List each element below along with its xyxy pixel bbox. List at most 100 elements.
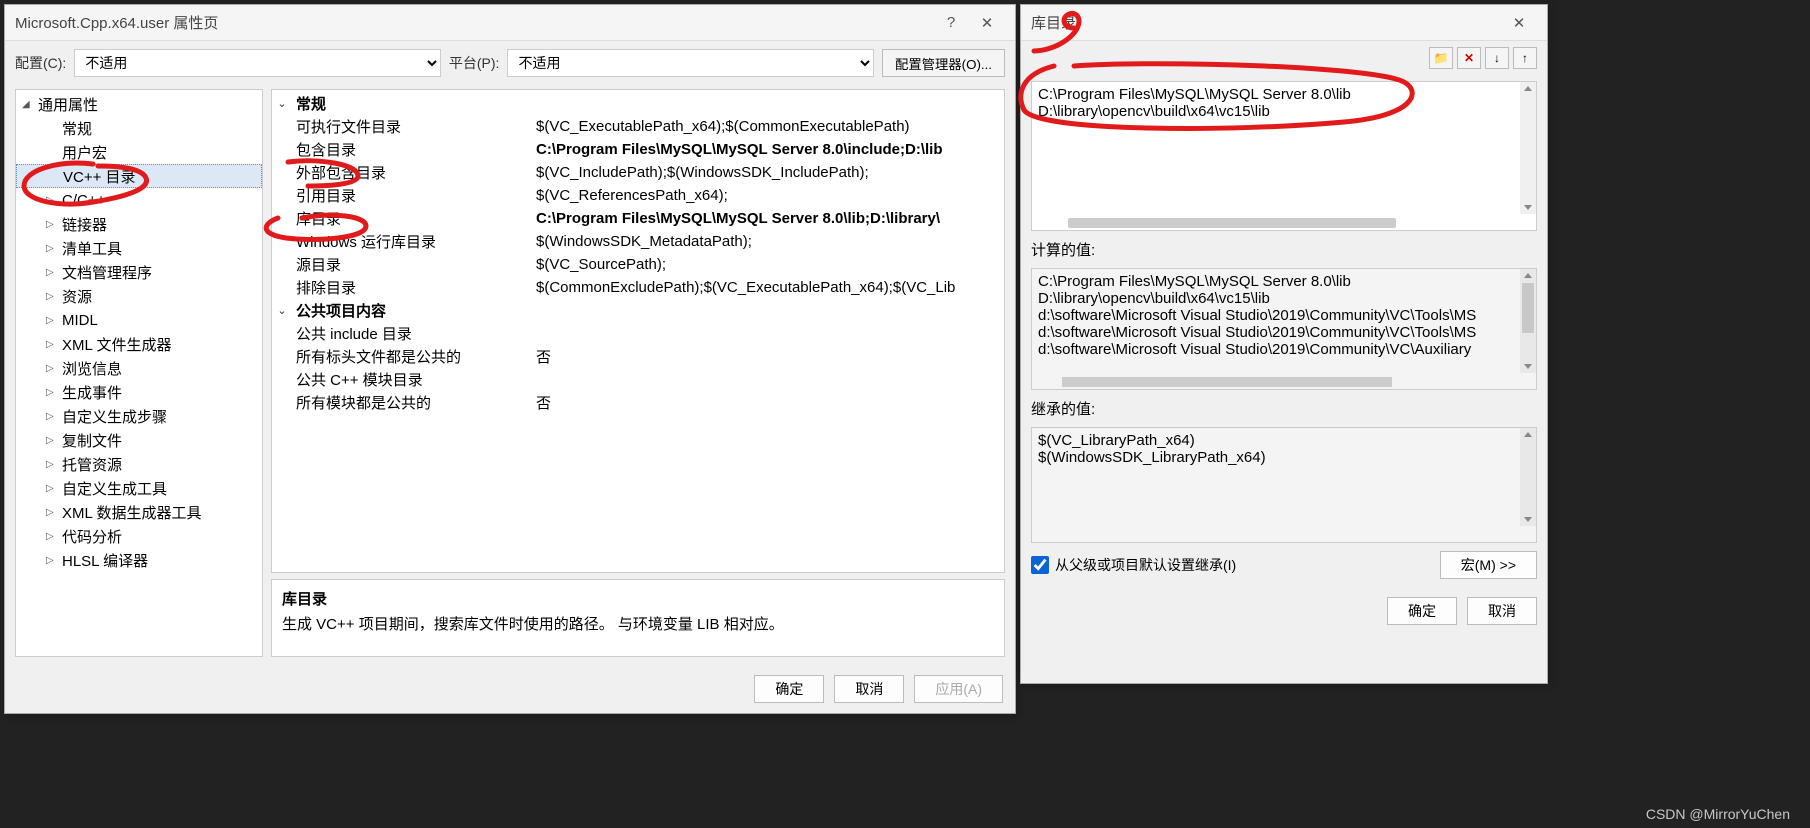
inherit-checkbox[interactable] — [1031, 556, 1049, 574]
cancel-button[interactable]: 取消 — [834, 675, 904, 703]
tree-item[interactable]: ▷清单工具 — [16, 236, 262, 260]
tree-item[interactable]: ▷资源 — [16, 284, 262, 308]
tree-item[interactable]: ▷HLSL 编译器 — [16, 548, 262, 572]
content-area: ⌄常规可执行文件目录$(VC_ExecutablePath_x64);$(Com… — [271, 89, 1005, 657]
config-select[interactable]: 不适用 — [74, 49, 441, 77]
prop-name: 所有标头文件都是公共的 — [272, 346, 536, 367]
prop-row[interactable]: 包含目录C:\Program Files\MySQL\MySQL Server … — [272, 138, 1004, 161]
tree-item[interactable]: ▷托管资源 — [16, 452, 262, 476]
apply-button[interactable]: 应用(A) — [914, 675, 1003, 703]
tree-item[interactable]: ▷XML 数据生成器工具 — [16, 500, 262, 524]
prop-name: 公共 include 目录 — [272, 323, 536, 344]
tree-item-label: XML 文件生成器 — [62, 334, 171, 355]
delete-icon[interactable]: ✕ — [1457, 47, 1481, 69]
prop-value: $(VC_ReferencesPath_x64); — [536, 187, 1004, 204]
tree-arrow-icon: ▷ — [46, 411, 60, 422]
inherit-row: 从父级或项目默认设置继承(I) 宏(M) >> — [1031, 551, 1537, 579]
tree-item[interactable]: 用户宏 — [16, 140, 262, 164]
prop-row[interactable]: 可执行文件目录$(VC_ExecutablePath_x64);$(Common… — [272, 115, 1004, 138]
prop-row[interactable]: 排除目录$(CommonExcludePath);$(VC_Executable… — [272, 276, 1004, 299]
tree-item[interactable]: ▷复制文件 — [16, 428, 262, 452]
desc-text: 生成 VC++ 项目期间，搜索库文件时使用的路径。 与环境变量 LIB 相对应。 — [282, 613, 994, 634]
prop-value: $(CommonExcludePath);$(VC_ExecutablePath… — [536, 279, 1004, 296]
ok-button[interactable]: 确定 — [754, 675, 824, 703]
edit-cancel-button[interactable]: 取消 — [1467, 597, 1537, 625]
tree-item-label: 浏览信息 — [62, 358, 122, 379]
tree-arrow-icon: ▷ — [46, 387, 60, 398]
edit-path-line[interactable]: C:\Program Files\MySQL\MySQL Server 8.0\… — [1038, 86, 1530, 103]
prop-name: 引用目录 — [272, 185, 536, 206]
tree-item[interactable]: ▷MIDL — [16, 308, 262, 332]
tree-item-label: 常规 — [62, 118, 92, 139]
tree-item[interactable]: ▷链接器 — [16, 212, 262, 236]
platform-select[interactable]: 不适用 — [507, 49, 874, 77]
scrollbar-vertical[interactable] — [1520, 428, 1536, 526]
tree-item[interactable]: VC++ 目录 — [16, 164, 262, 188]
tree-item-label: 通用属性 — [38, 94, 98, 115]
tree-item-label: 文档管理程序 — [62, 262, 152, 283]
close-button[interactable]: ✕ — [969, 7, 1005, 39]
move-down-icon[interactable]: ↓ — [1485, 47, 1509, 69]
prop-row[interactable]: 引用目录$(VC_ReferencesPath_x64); — [272, 184, 1004, 207]
prop-row[interactable]: 所有标头文件都是公共的否 — [272, 345, 1004, 368]
tree-arrow-icon: ▷ — [46, 483, 60, 494]
prop-group-name: 常规 — [292, 93, 556, 114]
tree-arrow-icon: ▷ — [46, 291, 60, 302]
tree-item-label: 复制文件 — [62, 430, 122, 451]
prop-row[interactable]: 外部包含目录$(VC_IncludePath);$(WindowsSDK_Inc… — [272, 161, 1004, 184]
edit-close-button[interactable]: ✕ — [1501, 7, 1537, 39]
main-buttons: 确定 取消 应用(A) — [5, 665, 1015, 713]
prop-row[interactable]: 所有模块都是公共的否 — [272, 391, 1004, 414]
scrollbar-horizontal[interactable] — [1068, 218, 1396, 228]
config-manager-button[interactable]: 配置管理器(O)... — [882, 49, 1005, 77]
tree-arrow-icon: ▷ — [46, 363, 60, 374]
main-title: Microsoft.Cpp.x64.user 属性页 — [15, 12, 933, 33]
tree-item-label: 托管资源 — [62, 454, 122, 475]
tree-arrow-icon: ▷ — [46, 339, 60, 350]
inherited-values-area: $(VC_LibraryPath_x64)$(WindowsSDK_Librar… — [1031, 427, 1537, 543]
macros-button[interactable]: 宏(M) >> — [1440, 551, 1537, 579]
tree-item[interactable]: ◢通用属性 — [16, 92, 262, 116]
tree-item[interactable]: ▷自定义生成步骤 — [16, 404, 262, 428]
tree-item[interactable]: ▷生成事件 — [16, 380, 262, 404]
prop-row[interactable]: 源目录$(VC_SourcePath); — [272, 253, 1004, 276]
prop-name: 库目录 — [272, 208, 536, 229]
calc-path-line: D:\library\opencv\build\x64\vc15\lib — [1038, 290, 1530, 307]
category-tree[interactable]: ◢通用属性常规用户宏VC++ 目录▷C/C++▷链接器▷清单工具▷文档管理程序▷… — [15, 89, 263, 657]
scrollbar-vertical[interactable] — [1520, 269, 1536, 373]
prop-name: 所有模块都是公共的 — [272, 392, 536, 413]
prop-group-header[interactable]: ⌄常规 — [272, 92, 1004, 115]
tree-arrow-icon: ▷ — [46, 219, 60, 230]
scrollbar-vertical[interactable] — [1520, 82, 1536, 214]
prop-row[interactable]: 公共 include 目录 — [272, 322, 1004, 345]
tree-item[interactable]: ▷代码分析 — [16, 524, 262, 548]
tree-item[interactable]: ▷浏览信息 — [16, 356, 262, 380]
prop-name: 外部包含目录 — [272, 162, 536, 183]
prop-row[interactable]: 公共 C++ 模块目录 — [272, 368, 1004, 391]
tree-arrow-icon: ▷ — [46, 315, 60, 326]
property-grid[interactable]: ⌄常规可执行文件目录$(VC_ExecutablePath_x64);$(Com… — [271, 89, 1005, 573]
tree-item-label: 生成事件 — [62, 382, 122, 403]
edit-ok-button[interactable]: 确定 — [1387, 597, 1457, 625]
scrollbar-horizontal[interactable] — [1062, 377, 1392, 387]
help-button[interactable]: ? — [933, 7, 969, 39]
tree-arrow-icon: ▷ — [46, 459, 60, 470]
paths-edit-area[interactable]: C:\Program Files\MySQL\MySQL Server 8.0\… — [1031, 81, 1537, 231]
config-row: 配置(C): 不适用 平台(P): 不适用 配置管理器(O)... — [5, 41, 1015, 85]
tree-item[interactable]: ▷XML 文件生成器 — [16, 332, 262, 356]
desc-title: 库目录 — [282, 588, 994, 609]
tree-item[interactable]: ▷文档管理程序 — [16, 260, 262, 284]
prop-row[interactable]: 库目录C:\Program Files\MySQL\MySQL Server 8… — [272, 207, 1004, 230]
tree-arrow-icon: ▷ — [46, 435, 60, 446]
prop-group-header[interactable]: ⌄公共项目内容 — [272, 299, 1004, 322]
prop-name: 包含目录 — [272, 139, 536, 160]
tree-item[interactable]: ▷自定义生成工具 — [16, 476, 262, 500]
tree-arrow-icon: ▷ — [46, 195, 60, 206]
new-folder-icon[interactable]: 📁 — [1429, 47, 1453, 69]
prop-value: 否 — [536, 392, 1004, 413]
tree-item[interactable]: ▷C/C++ — [16, 188, 262, 212]
tree-item[interactable]: 常规 — [16, 116, 262, 140]
edit-path-line[interactable]: D:\library\opencv\build\x64\vc15\lib — [1038, 103, 1530, 120]
prop-row[interactable]: Windows 运行库目录$(WindowsSDK_MetadataPath); — [272, 230, 1004, 253]
move-up-icon[interactable]: ↑ — [1513, 47, 1537, 69]
